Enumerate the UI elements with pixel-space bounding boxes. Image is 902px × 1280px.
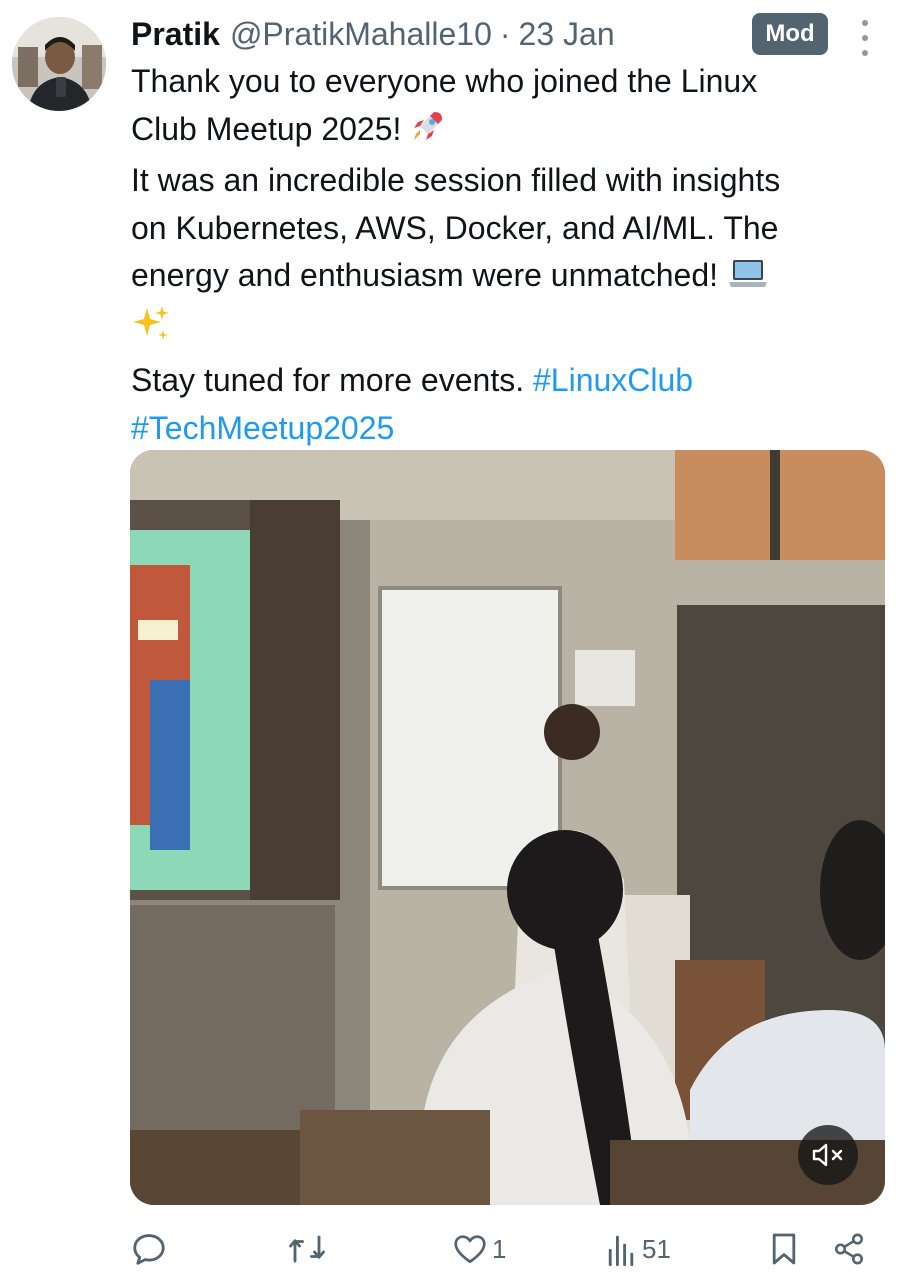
heart-icon [454, 1235, 486, 1264]
tweet-actions: 1 51 [130, 1222, 882, 1276]
bookmark-button[interactable] [770, 1222, 798, 1276]
reply-button[interactable] [130, 1222, 172, 1276]
tweet-header: Pratik @PratikMahalle10 · 23 Jan [131, 12, 615, 56]
tweet-text-line [131, 304, 881, 358]
retweet-button[interactable] [286, 1222, 332, 1276]
tweet-text-line: Stay tuned for more events. #LinuxClub [131, 357, 881, 405]
mute-toggle-button[interactable] [798, 1125, 858, 1185]
like-button[interactable]: 1 [452, 1222, 506, 1276]
sparkles-icon [131, 304, 171, 358]
separator-dot: · [499, 16, 511, 52]
views-icon [608, 1235, 634, 1266]
avatar[interactable] [12, 17, 106, 111]
tweet-text-line: energy and enthusiasm were unmatched! [131, 252, 881, 304]
retweet-icon [289, 1235, 325, 1263]
reply-icon [133, 1234, 165, 1265]
views-button[interactable]: 51 [606, 1222, 671, 1276]
tweet-text-line: #TechMeetup2025 [131, 405, 881, 453]
tweet-text-fragment: Stay tuned for more events. [131, 362, 533, 398]
mod-badge: Mod [752, 13, 828, 55]
hashtag-link[interactable]: #LinuxClub [533, 362, 693, 398]
tweet-text-fragment: energy and enthusiasm were unmatched! [131, 257, 727, 293]
bookmark-icon [772, 1233, 796, 1265]
like-count: 1 [492, 1233, 507, 1264]
share-button[interactable] [832, 1222, 866, 1276]
tweet-video[interactable] [130, 450, 885, 1205]
tweet-text-line: Club Meetup 2025! [131, 106, 881, 158]
share-icon [834, 1233, 864, 1265]
more-options-icon[interactable] [852, 20, 878, 56]
tweet-text-line: Thank you to everyone who joined the Lin… [131, 63, 758, 99]
tweet-text: Thank you to everyone who joined the Lin… [131, 58, 881, 452]
tweet-date[interactable]: 23 Jan [519, 12, 615, 56]
tweet-text-line: on Kubernetes, AWS, Docker, and AI/ML. T… [131, 209, 779, 246]
video-thumbnail [130, 450, 885, 1205]
tweet-text-fragment: Club Meetup 2025! [131, 110, 411, 147]
author-name[interactable]: Pratik [131, 12, 220, 56]
views-count: 51 [642, 1233, 671, 1264]
hashtag-link[interactable]: #TechMeetup2025 [131, 410, 394, 446]
tweet-text-line: It was an incredible session filled with… [131, 162, 781, 198]
author-handle[interactable]: @PratikMahalle10 [230, 12, 492, 56]
laptop-icon [727, 256, 769, 304]
muted-speaker-icon [812, 1143, 843, 1167]
rocket-icon [410, 108, 446, 158]
